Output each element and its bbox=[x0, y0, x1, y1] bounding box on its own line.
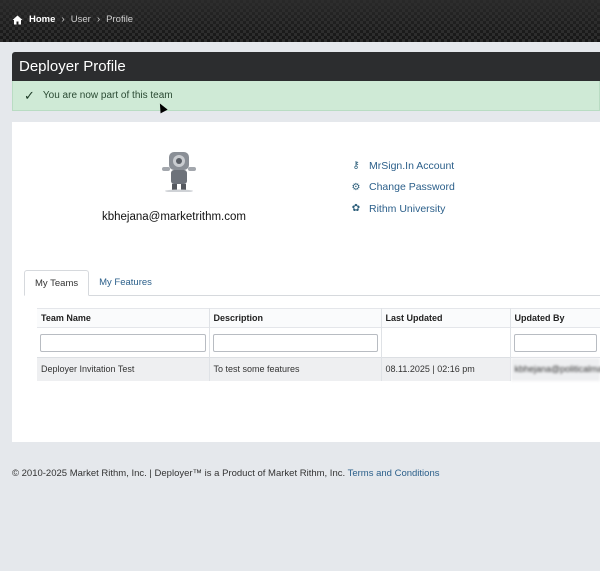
alert-message: You are now part of this team bbox=[42, 89, 173, 101]
cell-team-name: Deployer Invitation Test bbox=[37, 357, 210, 381]
table-row[interactable]: Deployer Invitation Test To test some fe… bbox=[37, 357, 600, 381]
cell-last-updated: 08.11.2025 | 02:16 pm bbox=[381, 357, 511, 381]
account-links: ⚷ MrSign.In Account ⚙ Change Password ✿ … bbox=[351, 155, 455, 220]
home-icon[interactable] bbox=[12, 15, 23, 25]
tab-my-features[interactable]: My Features bbox=[89, 270, 162, 296]
cell-description: To test some features bbox=[209, 357, 382, 381]
university-icon: ✿ bbox=[351, 203, 361, 215]
column-header-updated-by[interactable]: Updated By bbox=[510, 308, 600, 328]
chevron-right-icon: › bbox=[61, 14, 65, 25]
link-rithm-university[interactable]: ✿ Rithm University bbox=[351, 198, 455, 220]
filter-row bbox=[37, 327, 600, 358]
cell-updated-by: kbhejana@politicalman bbox=[510, 357, 600, 381]
profile-email: kbhejana@marketrithm.com bbox=[102, 211, 246, 223]
tab-my-teams[interactable]: My Teams bbox=[24, 270, 90, 296]
breadcrumb-home[interactable]: Home bbox=[29, 14, 55, 25]
profile-tabs: My Teams My Features bbox=[24, 270, 600, 296]
key-icon: ⚷ bbox=[352, 160, 360, 172]
column-header-last-updated[interactable]: Last Updated bbox=[381, 308, 511, 328]
avatar bbox=[162, 152, 196, 192]
filter-last-updated-cell bbox=[381, 327, 511, 358]
table-header-row: Team Name Description Last Updated Updat… bbox=[37, 308, 600, 328]
breadcrumb: Home › User › Profile bbox=[12, 14, 133, 25]
terms-link[interactable]: Terms and Conditions bbox=[348, 468, 440, 479]
footer-copyright: © 2010-2025 Market Rithm, Inc. | Deploye… bbox=[12, 468, 346, 479]
filter-team-name-input[interactable] bbox=[40, 333, 206, 352]
column-header-team-name[interactable]: Team Name bbox=[37, 308, 210, 328]
link-change-password[interactable]: ⚙ Change Password bbox=[351, 177, 455, 199]
link-mrsignin-account[interactable]: ⚷ MrSign.In Account bbox=[351, 155, 455, 177]
teams-table: Team Name Description Last Updated Updat… bbox=[37, 308, 600, 381]
top-banner: Home › User › Profile bbox=[0, 0, 600, 42]
filter-description-input[interactable] bbox=[212, 333, 378, 352]
lock-gear-icon: ⚙ bbox=[351, 181, 361, 193]
breadcrumb-user[interactable]: User bbox=[71, 14, 91, 25]
chevron-right-icon: › bbox=[96, 14, 101, 25]
page-title: Deployer Profile bbox=[12, 52, 600, 81]
filter-updated-by-input[interactable] bbox=[513, 333, 597, 352]
footer: © 2010-2025 Market Rithm, Inc. | Deploye… bbox=[12, 468, 439, 479]
breadcrumb-profile: Profile bbox=[106, 14, 134, 25]
check-icon: ✓ bbox=[24, 87, 35, 103]
column-header-description[interactable]: Description bbox=[209, 308, 382, 328]
success-alert: ✓ You are now part of this team bbox=[12, 81, 600, 111]
